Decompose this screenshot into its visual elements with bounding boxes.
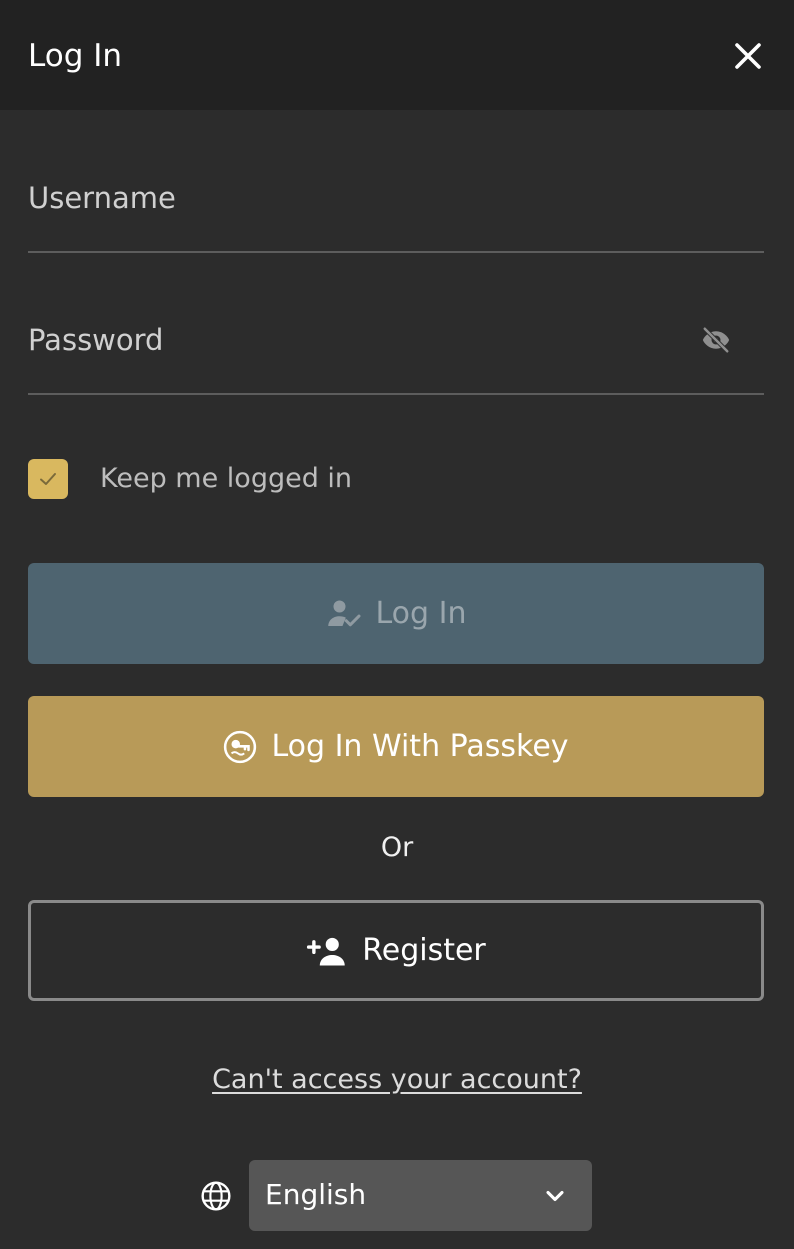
keep-logged-in-row: Keep me logged in (28, 459, 528, 499)
close-button[interactable] (728, 36, 768, 76)
language-select[interactable]: English (249, 1160, 592, 1231)
user-plus-icon (306, 935, 348, 967)
login-button[interactable]: Log In (28, 563, 764, 664)
passkey-icon (223, 730, 257, 764)
passkey-login-button-label: Log In With Passkey (271, 729, 569, 764)
language-selector-row: English (200, 1160, 600, 1231)
forgot-account-link[interactable]: Can't access your account? (212, 1064, 582, 1095)
dialog-title: Log In (28, 38, 123, 74)
dialog-header: Log In (0, 0, 794, 110)
password-input[interactable] (28, 300, 764, 377)
register-button[interactable]: Register (28, 900, 764, 1001)
close-icon (735, 43, 761, 69)
keep-logged-in-label: Keep me logged in (100, 463, 353, 494)
eye-off-icon (702, 326, 730, 354)
toggle-password-visibility-button[interactable] (698, 322, 734, 358)
check-icon (40, 473, 56, 485)
keep-logged-in-checkbox[interactable] (28, 459, 68, 499)
username-field (28, 158, 764, 253)
forgot-account-row: Can't access your account? (0, 1062, 794, 1098)
register-button-label: Register (362, 933, 486, 968)
or-divider-text: Or (380, 832, 414, 863)
username-input[interactable] (28, 158, 764, 235)
passkey-login-button[interactable]: Log In With Passkey (28, 696, 764, 797)
globe-icon (201, 1181, 231, 1211)
user-check-icon (326, 596, 362, 632)
login-button-label: Log In (375, 596, 467, 631)
chevron-down-icon (546, 1190, 564, 1202)
password-field (28, 300, 764, 395)
language-select-value: English (265, 1178, 367, 1211)
